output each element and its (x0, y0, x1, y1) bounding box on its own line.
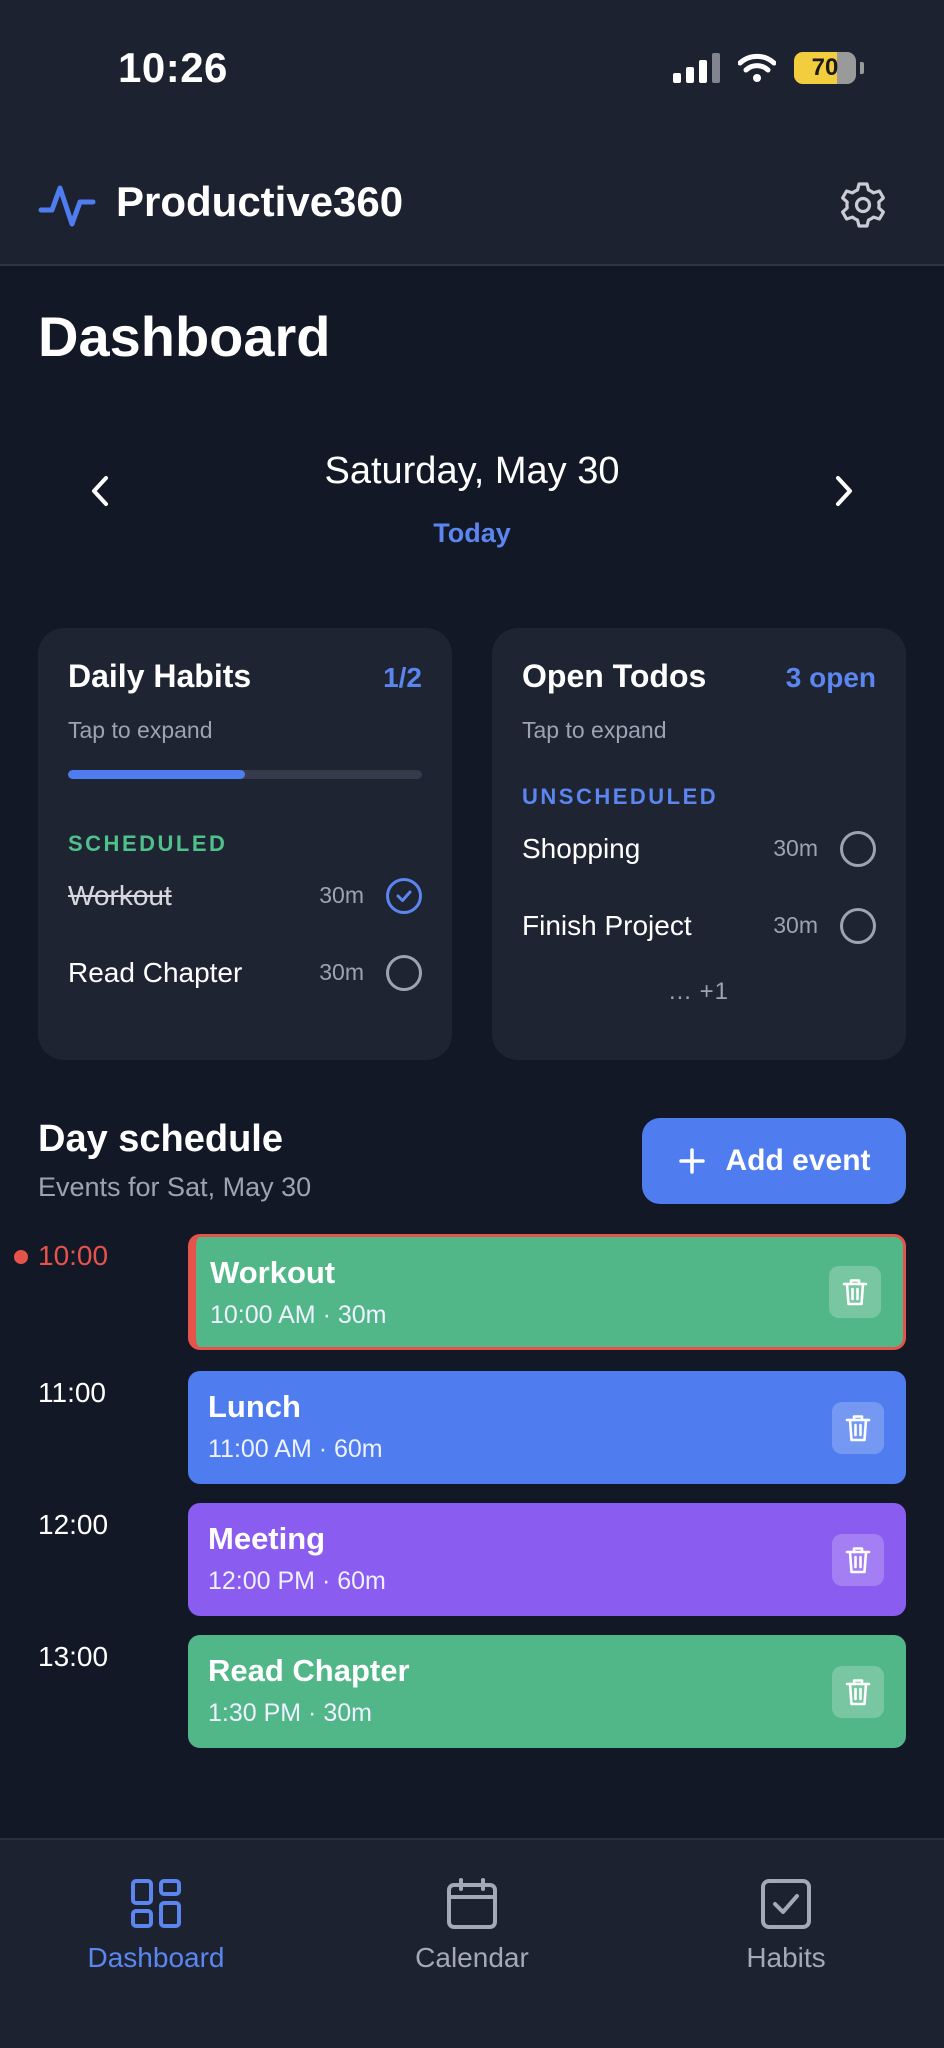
todo-checkbox[interactable] (840, 907, 876, 944)
trash-icon (845, 1414, 871, 1441)
tab-habits[interactable]: Habits (686, 1876, 886, 1974)
activity-pulse-icon (38, 185, 96, 227)
todos-count: 3 open (785, 662, 876, 693)
wifi-icon (738, 53, 776, 82)
chevron-right-icon[interactable] (820, 468, 866, 514)
add-event-button[interactable]: Add event (642, 1118, 906, 1204)
habit-item[interactable]: Workout 30m (68, 857, 422, 934)
status-bar: 10:26 70 (0, 0, 944, 150)
event-title: Workout (210, 1255, 336, 1290)
date-navigator: Saturday, May 30 Today (0, 440, 944, 560)
event-title: Meeting (208, 1521, 326, 1556)
event-meta: 10:00 AM · 30m (210, 1301, 387, 1329)
current-time-dot (14, 1250, 28, 1264)
habit-name: Workout (68, 879, 172, 911)
unscheduled-section-label: UNSCHEDULED (522, 784, 719, 809)
delete-event-button[interactable] (832, 1665, 884, 1718)
time-label: 11:00 (38, 1377, 106, 1408)
today-link[interactable]: Today (0, 518, 944, 549)
more-todos-indicator[interactable]: ... +1 (522, 978, 876, 1006)
delete-event-button[interactable] (829, 1266, 881, 1318)
todos-card-title: Open Todos (522, 658, 707, 694)
status-time: 10:26 (118, 44, 228, 91)
page-title: Dashboard (38, 305, 331, 368)
event-card[interactable]: Read Chapter 1:30 PM · 30m (188, 1635, 906, 1748)
event-card[interactable]: Meeting 12:00 PM · 60m (188, 1503, 906, 1616)
time-label-now: 10:00 (38, 1240, 109, 1271)
battery-icon: 70 (794, 52, 856, 84)
habit-checkbox[interactable] (386, 954, 422, 991)
dashboard-grid-icon (131, 1879, 181, 1928)
event-card[interactable]: Lunch 11:00 AM · 60m (188, 1371, 906, 1484)
schedule-subtitle: Events for Sat, May 30 (38, 1172, 312, 1202)
bottom-tab-bar: Dashboard Calendar Habits (0, 1838, 944, 2048)
event-card-current[interactable]: Workout 10:00 AM · 30m (188, 1234, 906, 1350)
habits-hint: Tap to expand (68, 717, 213, 743)
event-title: Read Chapter (208, 1653, 410, 1688)
todos-hint: Tap to expand (522, 717, 667, 743)
app-title: Productive360 (116, 178, 404, 225)
event-title: Lunch (208, 1389, 301, 1424)
scheduled-section-label: SCHEDULED (68, 831, 228, 856)
todo-item[interactable]: Shopping 30m (522, 810, 876, 887)
habits-progress-bar (68, 770, 422, 779)
current-date: Saturday, May 30 (324, 450, 620, 492)
todo-duration: 30m (773, 912, 818, 938)
trash-icon (845, 1678, 871, 1705)
habits-count: 1/2 (383, 662, 422, 693)
habit-duration: 30m (319, 882, 364, 908)
app-header: Productive360 (0, 150, 944, 266)
checkmark-icon (396, 890, 412, 902)
tab-label: Calendar (415, 1942, 529, 1973)
plus-icon (679, 1148, 706, 1174)
calendar-icon (447, 1878, 497, 1929)
todo-name: Shopping (522, 832, 641, 864)
delete-event-button[interactable] (832, 1401, 884, 1454)
todo-name: Finish Project (522, 909, 692, 941)
todo-duration: 30m (773, 835, 818, 861)
todo-checkbox[interactable] (840, 830, 876, 867)
trash-icon (842, 1279, 868, 1306)
daily-habits-card[interactable]: Daily Habits 1/2 Tap to expand SCHEDULED… (38, 628, 452, 1060)
status-icons: 70 (673, 52, 864, 84)
signal-icon (673, 53, 720, 83)
time-label: 13:00 (38, 1641, 109, 1672)
schedule-title: Day schedule (38, 1118, 283, 1160)
habit-duration: 30m (319, 959, 364, 985)
tab-dashboard[interactable]: Dashboard (56, 1876, 256, 1974)
event-meta: 12:00 PM · 60m (208, 1567, 386, 1595)
habits-card-title: Daily Habits (68, 658, 252, 694)
tab-label: Habits (746, 1942, 826, 1973)
add-event-label: Add event (725, 1144, 871, 1177)
battery-cap (860, 62, 864, 74)
habits-progress-fill (68, 770, 245, 779)
tab-label: Dashboard (87, 1942, 225, 1973)
todo-item[interactable]: Finish Project 30m (522, 887, 876, 964)
open-todos-card[interactable]: Open Todos 3 open Tap to expand UNSCHEDU… (492, 628, 906, 1060)
habit-checkbox-checked[interactable] (386, 877, 422, 914)
habit-item[interactable]: Read Chapter 30m (68, 934, 422, 1011)
tab-calendar[interactable]: Calendar (372, 1876, 572, 1974)
settings-gear-icon[interactable] (838, 180, 888, 230)
time-label: 12:00 (38, 1509, 109, 1540)
checkbox-icon (761, 1879, 811, 1929)
habit-name: Read Chapter (68, 956, 243, 988)
event-meta: 11:00 AM · 60m (208, 1435, 383, 1463)
delete-event-button[interactable] (832, 1533, 884, 1586)
trash-icon (845, 1546, 871, 1573)
event-meta: 1:30 PM · 30m (208, 1699, 372, 1727)
battery-level: 70 (811, 54, 839, 81)
